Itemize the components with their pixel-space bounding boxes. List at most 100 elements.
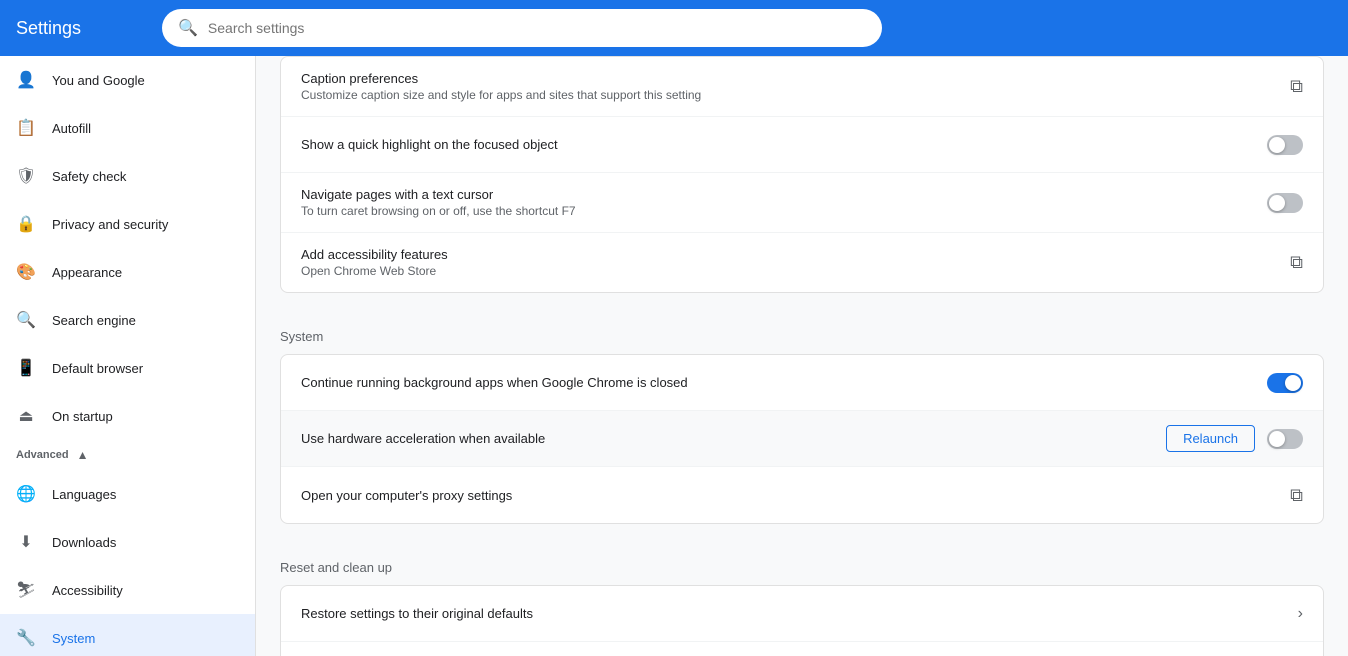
background-apps-toggle[interactable]	[1267, 373, 1303, 393]
accessibility-card: Caption preferences Customize caption si…	[280, 56, 1324, 293]
add-accessibility-row[interactable]: Add accessibility features Open Chrome W…	[281, 233, 1323, 292]
system-icon: 🔧	[16, 628, 36, 648]
hardware-accel-row: Use hardware acceleration when available…	[281, 411, 1323, 467]
sidebar-item-search-engine[interactable]: 🔍 Search engine	[0, 296, 255, 344]
advanced-chevron-icon: ▲	[77, 448, 89, 462]
settings-title: Settings	[16, 18, 146, 39]
text-cursor-title: Navigate pages with a text cursor	[301, 187, 1267, 202]
restore-settings-row[interactable]: Restore settings to their original defau…	[281, 586, 1323, 642]
text-cursor-toggle[interactable]	[1267, 193, 1303, 213]
add-accessibility-action: ⧉	[1290, 252, 1303, 273]
sidebar-label-appearance: Appearance	[52, 265, 122, 280]
sidebar-item-you-and-google[interactable]: 👤 You and Google	[0, 56, 255, 104]
add-accessibility-subtitle: Open Chrome Web Store	[301, 264, 1290, 278]
sidebar-label-accessibility: Accessibility	[52, 583, 123, 598]
startup-icon: ⏏	[16, 406, 36, 426]
reset-section-title: Reset and clean up	[280, 540, 1324, 585]
add-accessibility-content: Add accessibility features Open Chrome W…	[301, 247, 1290, 278]
quick-highlight-content: Show a quick highlight on the focused ob…	[301, 137, 1267, 152]
quick-highlight-row: Show a quick highlight on the focused ob…	[281, 117, 1323, 173]
hardware-accel-toggle[interactable]	[1267, 429, 1303, 449]
sidebar-item-privacy-security[interactable]: 🔒 Privacy and security	[0, 200, 255, 248]
sidebar-item-downloads[interactable]: ⬇ Downloads	[0, 518, 255, 566]
sidebar-item-safety-check[interactable]: 🛡 Safety check	[0, 152, 255, 200]
background-apps-action	[1267, 373, 1303, 393]
add-accessibility-title: Add accessibility features	[301, 247, 1290, 262]
sidebar-label-search-engine: Search engine	[52, 313, 136, 328]
advanced-label: Advanced	[16, 449, 69, 461]
sidebar-item-languages[interactable]: 🌐 Languages	[0, 470, 255, 518]
download-icon: ⬇	[16, 532, 36, 552]
restore-chevron-icon: ›	[1298, 605, 1303, 623]
palette-icon: 🎨	[16, 262, 36, 282]
add-accessibility-external-icon[interactable]: ⧉	[1290, 252, 1303, 273]
text-cursor-action	[1267, 193, 1303, 213]
sidebar-label-safety-check: Safety check	[52, 169, 126, 184]
caption-subtitle: Customize caption size and style for app…	[301, 88, 1290, 102]
shield-icon: 🛡	[16, 166, 36, 186]
caption-external-icon[interactable]: ⧉	[1290, 76, 1303, 97]
hardware-accel-title: Use hardware acceleration when available	[301, 431, 1166, 446]
autofill-icon: 📋	[16, 118, 36, 138]
caption-action: ⧉	[1290, 76, 1303, 97]
reset-card: Restore settings to their original defau…	[280, 585, 1324, 656]
quick-highlight-thumb	[1269, 137, 1285, 153]
text-cursor-subtitle: To turn caret browsing on or off, use th…	[301, 204, 1267, 218]
caption-preferences-row[interactable]: Caption preferences Customize caption si…	[281, 57, 1323, 117]
text-cursor-content: Navigate pages with a text cursor To tur…	[301, 187, 1267, 218]
relaunch-button[interactable]: Relaunch	[1166, 425, 1255, 452]
proxy-settings-row[interactable]: Open your computer's proxy settings ⧉	[281, 467, 1323, 523]
sidebar-label-on-startup: On startup	[52, 409, 113, 424]
sidebar-label-privacy: Privacy and security	[52, 217, 168, 232]
person-icon: 👤	[16, 70, 36, 90]
quick-highlight-action	[1267, 135, 1303, 155]
sidebar-label-languages: Languages	[52, 487, 116, 502]
system-section-title: System	[280, 309, 1324, 354]
cleanup-computer-row[interactable]: Clean up computer ›	[281, 642, 1323, 656]
sidebar-item-appearance[interactable]: 🎨 Appearance	[0, 248, 255, 296]
search-input[interactable]	[208, 20, 866, 36]
background-apps-thumb	[1285, 375, 1301, 391]
proxy-settings-title: Open your computer's proxy settings	[301, 488, 1290, 503]
proxy-settings-content: Open your computer's proxy settings	[301, 488, 1290, 503]
hardware-accel-thumb	[1269, 431, 1285, 447]
background-apps-row: Continue running background apps when Go…	[281, 355, 1323, 411]
text-cursor-thumb	[1269, 195, 1285, 211]
sidebar-label-autofill: Autofill	[52, 121, 91, 136]
search-bar: 🔍	[162, 9, 882, 47]
accessibility-icon: ⛷	[16, 580, 36, 600]
search-engine-icon: 🔍	[16, 310, 36, 330]
sidebar-item-default-browser[interactable]: 📱 Default browser	[0, 344, 255, 392]
system-card: Continue running background apps when Go…	[280, 354, 1324, 524]
proxy-external-icon[interactable]: ⧉	[1290, 485, 1303, 506]
sidebar: 👤 You and Google 📋 Autofill 🛡 Safety che…	[0, 56, 256, 656]
search-icon: 🔍	[178, 18, 198, 38]
layout: 👤 You and Google 📋 Autofill 🛡 Safety che…	[0, 56, 1348, 656]
sidebar-item-on-startup[interactable]: ⏏ On startup	[0, 392, 255, 440]
main-content: Caption preferences Customize caption si…	[256, 56, 1348, 656]
hardware-accel-action: Relaunch	[1166, 425, 1303, 452]
sidebar-item-system[interactable]: 🔧 System	[0, 614, 255, 656]
restore-settings-title: Restore settings to their original defau…	[301, 606, 1298, 621]
sidebar-item-autofill[interactable]: 📋 Autofill	[0, 104, 255, 152]
background-apps-title: Continue running background apps when Go…	[301, 375, 1267, 390]
sidebar-label-downloads: Downloads	[52, 535, 116, 550]
quick-highlight-title: Show a quick highlight on the focused ob…	[301, 137, 1267, 152]
proxy-settings-action: ⧉	[1290, 485, 1303, 506]
restore-settings-action: ›	[1298, 605, 1303, 623]
text-cursor-row: Navigate pages with a text cursor To tur…	[281, 173, 1323, 233]
restore-settings-content: Restore settings to their original defau…	[301, 606, 1298, 621]
globe-icon: 🌐	[16, 484, 36, 504]
sidebar-label-you-and-google: You and Google	[52, 73, 145, 88]
advanced-section[interactable]: Advanced ▲	[0, 440, 255, 470]
caption-title: Caption preferences	[301, 71, 1290, 86]
hardware-accel-content: Use hardware acceleration when available	[301, 431, 1166, 446]
caption-content: Caption preferences Customize caption si…	[301, 71, 1290, 102]
header: Settings 🔍	[0, 0, 1348, 56]
sidebar-item-accessibility[interactable]: ⛷ Accessibility	[0, 566, 255, 614]
sidebar-label-system: System	[52, 631, 95, 646]
browser-icon: 📱	[16, 358, 36, 378]
privacy-icon: 🔒	[16, 214, 36, 234]
quick-highlight-toggle[interactable]	[1267, 135, 1303, 155]
sidebar-label-default-browser: Default browser	[52, 361, 143, 376]
